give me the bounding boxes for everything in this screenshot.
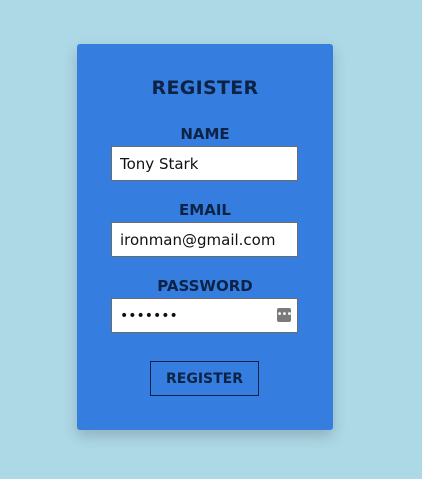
register-form-card: REGISTER NAME Tony Stark EMAIL ironman@g… xyxy=(77,44,333,430)
password-value: ••••••• xyxy=(120,307,178,324)
email-value: ironman@gmail.com xyxy=(120,230,276,249)
password-field[interactable]: ••••••• ••• xyxy=(111,298,298,333)
password-manager-icon[interactable]: ••• xyxy=(277,308,292,322)
name-field[interactable]: Tony Stark xyxy=(111,146,298,181)
password-label: PASSWORD xyxy=(157,277,253,295)
form-title: REGISTER xyxy=(151,77,259,99)
email-label: EMAIL xyxy=(179,201,231,219)
name-label: NAME xyxy=(180,125,230,143)
name-value: Tony Stark xyxy=(120,154,199,173)
email-field[interactable]: ironman@gmail.com xyxy=(111,222,298,257)
register-button[interactable]: REGISTER xyxy=(150,361,259,396)
